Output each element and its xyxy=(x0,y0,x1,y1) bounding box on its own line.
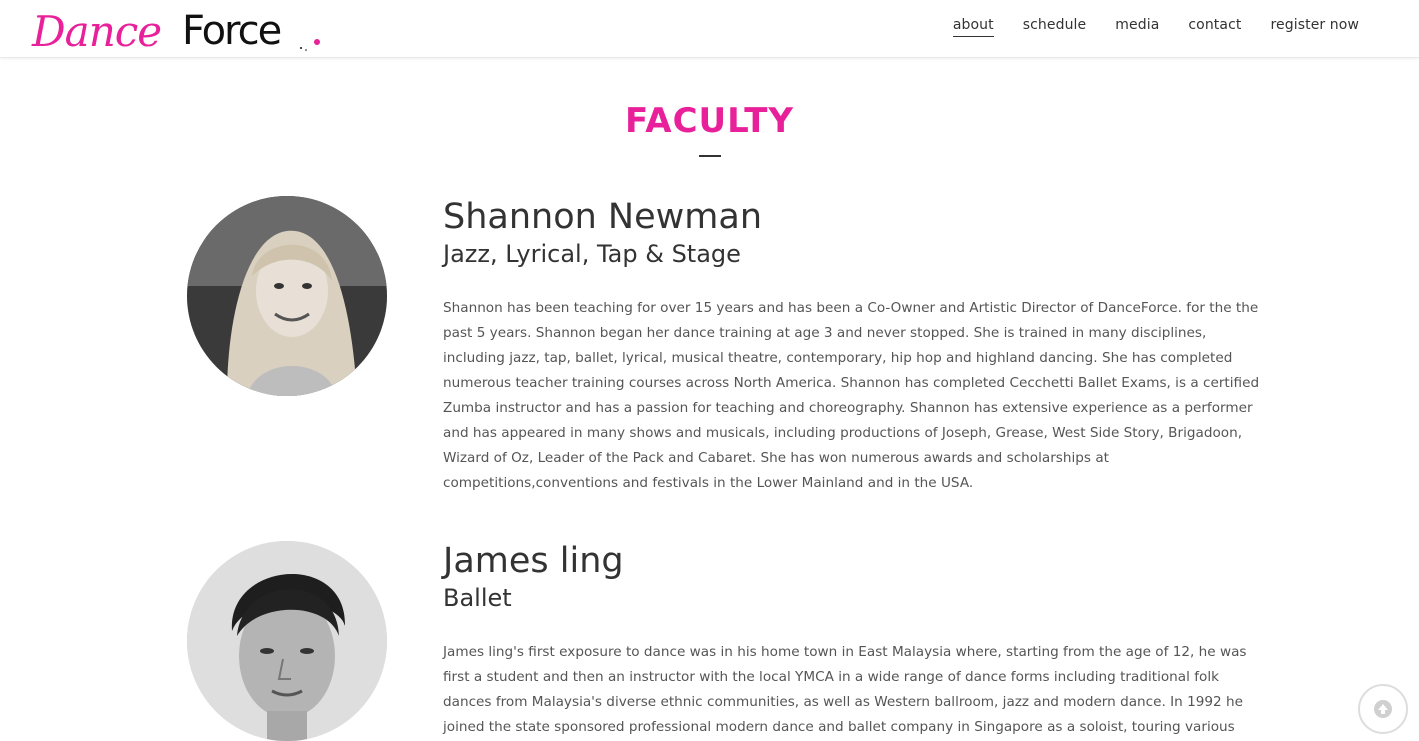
faculty-photo xyxy=(187,196,387,396)
site-header: Dance Force about schedule media contact… xyxy=(0,0,1419,58)
nav-about[interactable]: about xyxy=(952,17,994,37)
nav-media[interactable]: media xyxy=(1115,17,1159,37)
arrow-up-circle-icon xyxy=(1374,700,1392,718)
faculty-bio: Shannon has been teaching for over 15 ye… xyxy=(443,300,1260,491)
faculty-bio: James ling's first exposure to dance was… xyxy=(443,644,1247,735)
svg-text:Force: Force xyxy=(182,8,281,54)
faculty-photo xyxy=(187,541,387,741)
scroll-to-top-button[interactable] xyxy=(1358,684,1408,734)
faculty-role: Ballet xyxy=(443,584,512,612)
nav-contact[interactable]: contact xyxy=(1188,17,1241,37)
main-navigation: about schedule media contact register no… xyxy=(952,17,1359,37)
dance-force-logo[interactable]: Dance Force xyxy=(30,0,330,56)
svg-text:Dance: Dance xyxy=(31,7,161,56)
title-divider xyxy=(699,155,721,157)
nav-register-now[interactable]: register now xyxy=(1270,17,1359,37)
faculty-name: James ling xyxy=(443,541,624,581)
faculty-name: Shannon Newman xyxy=(443,197,762,237)
section-title: FACULTY xyxy=(624,101,795,141)
faculty-role: Jazz, Lyrical, Tap & Stage xyxy=(443,240,741,268)
nav-schedule[interactable]: schedule xyxy=(1023,17,1087,37)
